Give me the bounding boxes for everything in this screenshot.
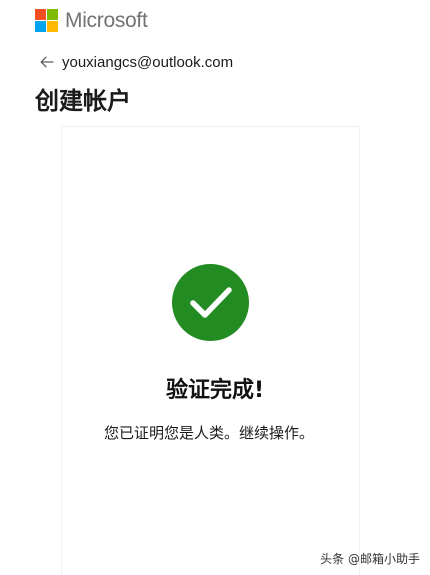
checkmark-icon (172, 264, 249, 341)
page: Microsoft youxiangcs@outlook.com 创建帐户 验证… (0, 0, 430, 575)
verification-frame (61, 126, 360, 575)
logo-square-yellow (47, 21, 58, 32)
logo-square-blue (35, 21, 46, 32)
watermark: 头条 @邮箱小助手 (320, 552, 420, 566)
identity-banner: youxiangcs@outlook.com (38, 51, 233, 73)
logo-square-red (35, 9, 46, 20)
verification-message: 您已证明您是人类。继续操作。 (103, 424, 314, 442)
microsoft-logo: Microsoft (35, 9, 148, 32)
microsoft-logo-icon (35, 9, 58, 32)
page-title: 创建帐户 (35, 87, 131, 115)
identity-email: youxiangcs@outlook.com (62, 53, 234, 71)
verification-heading: 验证完成! (165, 378, 265, 403)
arrow-left-icon[interactable] (38, 53, 56, 71)
brand-name: Microsoft (65, 9, 148, 32)
logo-square-green (47, 9, 58, 20)
